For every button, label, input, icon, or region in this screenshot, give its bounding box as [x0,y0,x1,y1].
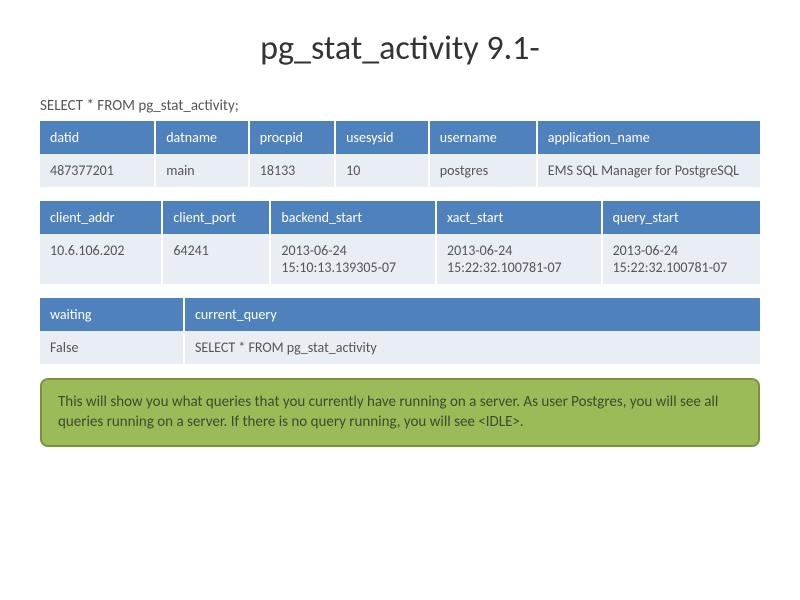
cell: 18133 [249,154,335,187]
cell: EMS SQL Manager for PostgreSQL [537,154,760,187]
cell: False [40,331,184,364]
col-header: current_query [184,298,760,331]
cell: 2013-06-24 15:22:32.100781-07 [436,234,602,284]
cell: main [155,154,249,187]
col-header: application_name [537,121,760,154]
result-table-2: client_addr client_port backend_start xa… [40,201,760,284]
table-header-row: datid datname procpid usesysid username … [40,121,760,154]
col-header: query_start [602,201,760,234]
result-table-3: waiting current_query False SELECT * FRO… [40,298,760,364]
col-header: usesysid [335,121,429,154]
table-header-row: client_addr client_port backend_start xa… [40,201,760,234]
cell: SELECT * FROM pg_stat_activity [184,331,760,364]
col-header: waiting [40,298,184,331]
col-header: username [429,121,537,154]
col-header: client_port [162,201,270,234]
col-header: procpid [249,121,335,154]
table-row: False SELECT * FROM pg_stat_activity [40,331,760,364]
cell: 2013-06-24 15:22:32.100781-07 [602,234,760,284]
slide-title: pg_stat_activity 9.1- [40,28,760,69]
table-header-row: waiting current_query [40,298,760,331]
cell: 10 [335,154,429,187]
table-row: 10.6.106.202 64241 2013-06-24 15:10:13.1… [40,234,760,284]
cell: 2013-06-24 15:10:13.139305-07 [270,234,436,284]
result-table-1: datid datname procpid usesysid username … [40,121,760,187]
col-header: backend_start [270,201,436,234]
col-header: datid [40,121,155,154]
cell: postgres [429,154,537,187]
explanation-note: This will show you what queries that you… [40,378,760,447]
cell: 10.6.106.202 [40,234,162,284]
cell: 64241 [162,234,270,284]
col-header: xact_start [436,201,602,234]
cell: 487377201 [40,154,155,187]
sql-query-label: SELECT * FROM pg_stat_activity; [40,97,760,115]
col-header: datname [155,121,249,154]
col-header: client_addr [40,201,162,234]
table-row: 487377201 main 18133 10 postgres EMS SQL… [40,154,760,187]
